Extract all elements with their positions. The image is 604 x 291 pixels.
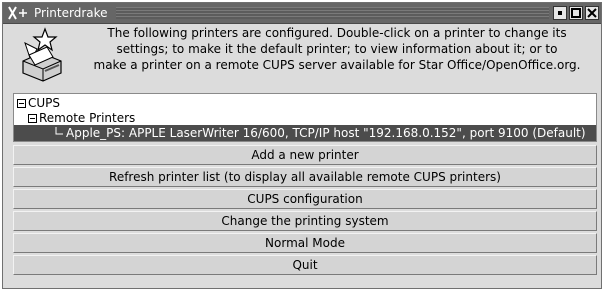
collapse-icon[interactable] (28, 113, 37, 123)
tree-item-label: Remote Printers (39, 111, 136, 125)
printerdrake-window: Printerdrake The following printers are … (2, 2, 602, 289)
title-bar-drag-area[interactable] (115, 7, 549, 19)
refresh-printer-list-button[interactable]: Refresh printer list (to display all ava… (13, 167, 597, 187)
printer-tree[interactable]: CUPS Remote Printers Apple_PS: APPLE Las… (13, 93, 597, 142)
close-button[interactable] (585, 6, 599, 20)
tree-item-printer-selected[interactable]: Apple_PS: APPLE LaserWriter 16/600, TCP/… (14, 125, 596, 141)
printer-star-icon (19, 27, 71, 83)
tree-item-remote-printers[interactable]: Remote Printers (28, 110, 135, 126)
header: The following printers are configured. D… (7, 25, 597, 91)
close-icon (587, 8, 597, 18)
tree-item-cups[interactable]: CUPS (17, 95, 60, 111)
minimize-icon (558, 11, 562, 15)
tree-branch-icon (55, 127, 63, 135)
title-bar[interactable]: Printerdrake (3, 3, 601, 24)
action-buttons: Add a new printer Refresh printer list (… (13, 145, 597, 277)
tree-item-label: CUPS (28, 96, 61, 110)
tree-item-label: Apple_PS: APPLE LaserWriter 16/600, TCP/… (66, 126, 586, 140)
info-line-2: settings; to make it the default printer… (116, 42, 558, 56)
normal-mode-button[interactable]: Normal Mode (13, 233, 597, 253)
add-printer-button[interactable]: Add a new printer (13, 145, 597, 165)
quit-button[interactable]: Quit (13, 255, 597, 275)
collapse-icon[interactable] (17, 98, 26, 108)
change-printing-system-button[interactable]: Change the printing system (13, 211, 597, 231)
minimize-button[interactable] (553, 6, 567, 20)
x-logo-icon[interactable] (6, 5, 30, 21)
info-line-1: The following printers are configured. D… (107, 26, 567, 40)
info-line-3: make a printer on a remote CUPS server a… (93, 58, 581, 72)
maximize-button[interactable] (569, 6, 583, 20)
window-title: Printerdrake (34, 6, 108, 20)
maximize-icon (571, 8, 581, 18)
info-text: The following printers are configured. D… (77, 25, 597, 73)
cups-configuration-button[interactable]: CUPS configuration (13, 189, 597, 209)
